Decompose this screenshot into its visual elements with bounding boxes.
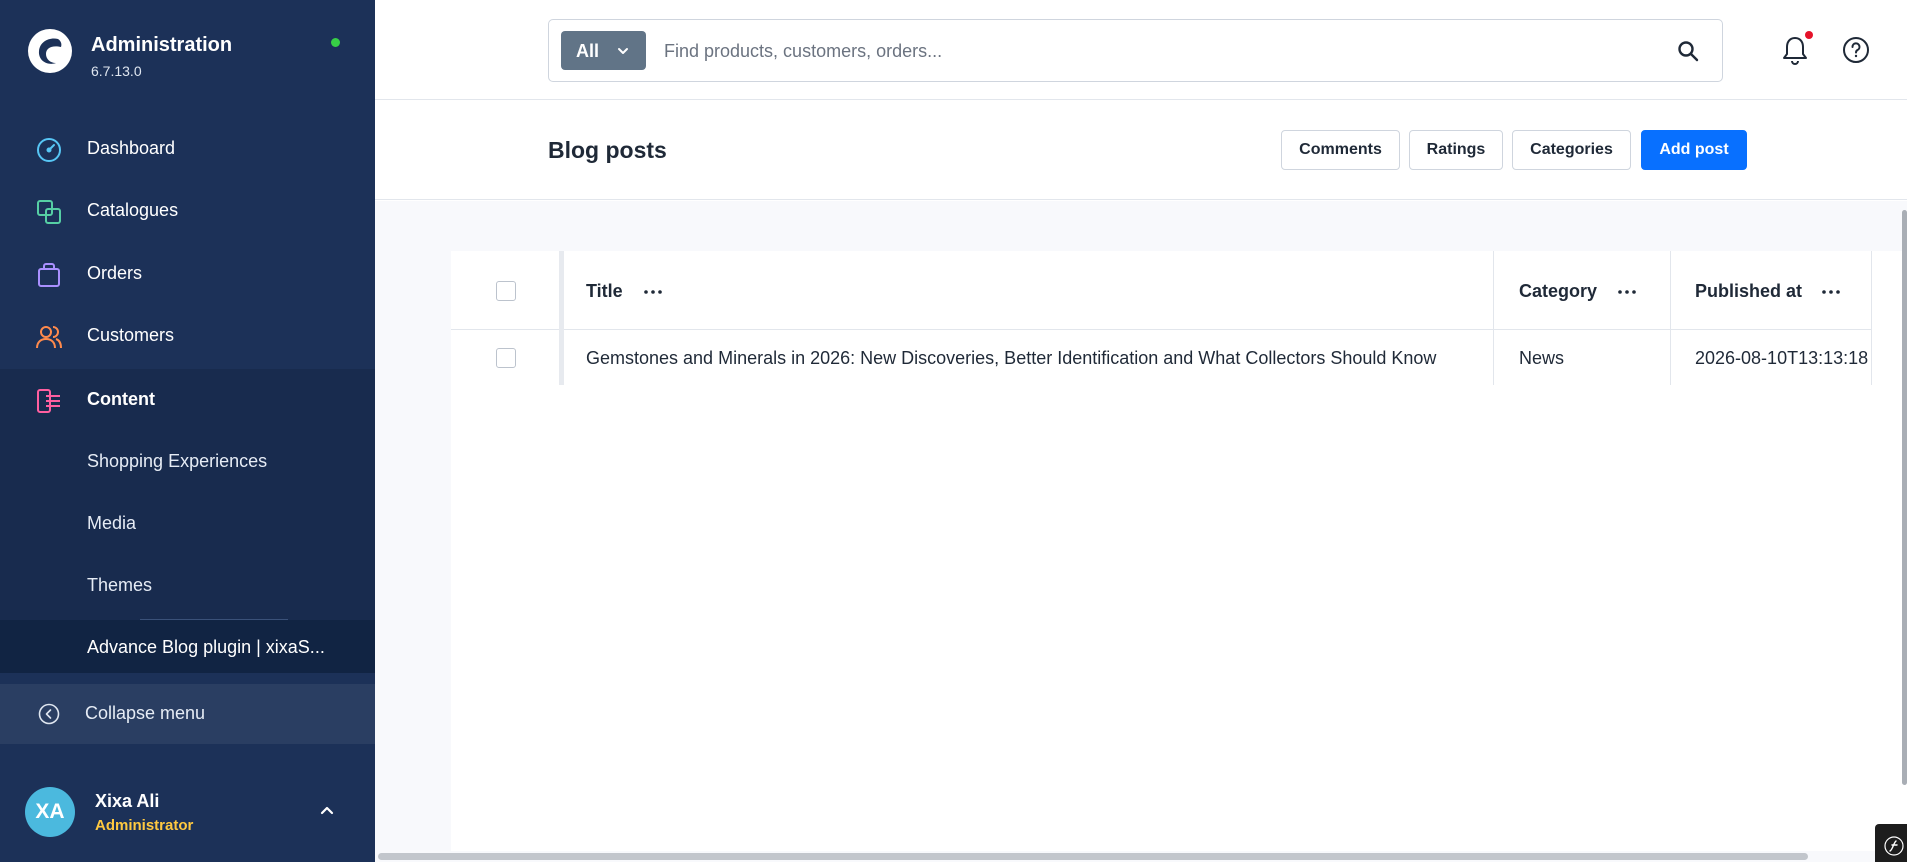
sidebar-item-label: Content: [87, 389, 155, 409]
column-header-title[interactable]: Title: [586, 281, 623, 302]
grid-header-row: Title Category Published at: [451, 251, 1871, 330]
comments-button[interactable]: Comments: [1281, 130, 1400, 170]
sidebar-subitem-label: Shopping Experiences: [87, 451, 268, 471]
online-status-dot: [331, 38, 340, 47]
search-input[interactable]: [664, 32, 1644, 70]
column-header-category[interactable]: Category: [1519, 281, 1597, 302]
notification-badge: [1805, 31, 1813, 39]
global-search: All: [548, 19, 1723, 82]
brand: Administration 6.7.13.0: [0, 0, 375, 95]
chevron-left-circle-icon: [38, 703, 60, 725]
ratings-button[interactable]: Ratings: [1409, 130, 1503, 170]
orders-icon: [38, 263, 60, 287]
column-options-icon[interactable]: [1822, 290, 1840, 294]
sidebar-subitem-label: Advance Blog plugin | xixaS...: [87, 637, 325, 657]
selection-column-divider: [559, 251, 564, 385]
search-type-label: All: [576, 41, 600, 61]
select-all-checkbox[interactable]: [496, 281, 516, 301]
help-icon[interactable]: [1842, 36, 1870, 64]
search-icon[interactable]: [1676, 39, 1700, 63]
sidebar-item-orders[interactable]: Orders: [0, 243, 375, 305]
sidebar-subitem-themes[interactable]: Themes: [0, 555, 375, 617]
user-menu[interactable]: XA Xixa Ali Administrator: [0, 755, 375, 862]
cell-title[interactable]: Gemstones and Minerals in 2026: New Disc…: [586, 348, 1436, 369]
sidebar-item-content[interactable]: Content: [0, 369, 375, 431]
customers-icon: [36, 326, 62, 349]
dashboard-icon: [37, 138, 61, 162]
content-icon: [37, 389, 60, 413]
brand-version: 6.7.13.0: [91, 63, 142, 79]
avatar: XA: [25, 787, 75, 837]
sidebar-item-label: Dashboard: [87, 138, 176, 158]
sidebar-item-label: Catalogues: [87, 200, 179, 220]
page-header: Blog posts Comments Ratings Categories A…: [375, 101, 1907, 200]
user-name: Xixa Ali: [95, 791, 160, 811]
content-area: Title Category Published at Gemstones an…: [375, 201, 1907, 862]
row-checkbox[interactable]: [496, 348, 516, 368]
sidebar-item-label: Orders: [87, 263, 143, 283]
column-divider: [1493, 251, 1494, 385]
sidebar-item-label: Customers: [87, 325, 175, 345]
blog-posts-grid: Title Category Published at Gemstones an…: [451, 251, 1907, 851]
horizontal-scrollbar[interactable]: [378, 853, 1808, 860]
vertical-scrollbar[interactable]: [1902, 210, 1907, 785]
column-divider: [1670, 251, 1671, 385]
page-title: Blog posts: [548, 137, 667, 163]
column-header-published-at[interactable]: Published at: [1695, 281, 1802, 302]
categories-button[interactable]: Categories: [1512, 130, 1631, 170]
sidebar-subitem-label: Media: [87, 513, 137, 533]
cell-published-at: 2026-08-10T13:13:18: [1695, 348, 1869, 368]
sidebar-subitem-advance-blog[interactable]: Advance Blog plugin | xixaS...: [0, 620, 375, 673]
table-row[interactable]: Gemstones and Minerals in 2026: New Disc…: [451, 331, 1871, 385]
catalogues-icon: [37, 200, 61, 224]
sidebar-subitem-media[interactable]: Media: [0, 493, 375, 555]
chevron-up-icon[interactable]: [318, 801, 336, 819]
column-options-icon[interactable]: [644, 290, 662, 294]
symfony-icon: [1884, 836, 1904, 856]
shopware-logo-icon: [28, 29, 72, 73]
collapse-menu-button[interactable]: Collapse menu: [0, 684, 375, 744]
user-role: Administrator: [95, 817, 194, 834]
sidebar-subitem-shopping-experiences[interactable]: Shopping Experiences: [0, 431, 375, 493]
chevron-down-icon: [618, 48, 628, 54]
sidebar-item-catalogues[interactable]: Catalogues: [0, 180, 375, 242]
add-post-button[interactable]: Add post: [1641, 130, 1747, 170]
column-divider: [1871, 251, 1872, 385]
cell-category: News: [1519, 348, 1565, 368]
search-type-dropdown[interactable]: All: [561, 31, 646, 70]
sidebar-item-customers[interactable]: Customers: [0, 305, 375, 367]
sidebar-subitem-label: Themes: [87, 575, 153, 595]
bell-icon[interactable]: [1780, 34, 1810, 66]
sidebar-item-dashboard[interactable]: Dashboard: [0, 118, 375, 180]
column-options-icon[interactable]: [1618, 290, 1636, 294]
sidebar: Administration 6.7.13.0 Dashboard Catalo…: [0, 0, 375, 862]
brand-title: Administration: [91, 34, 233, 56]
collapse-menu-label: Collapse menu: [85, 703, 206, 723]
top-bar: All: [375, 0, 1907, 100]
symfony-toolbar-icon[interactable]: [1875, 824, 1907, 862]
